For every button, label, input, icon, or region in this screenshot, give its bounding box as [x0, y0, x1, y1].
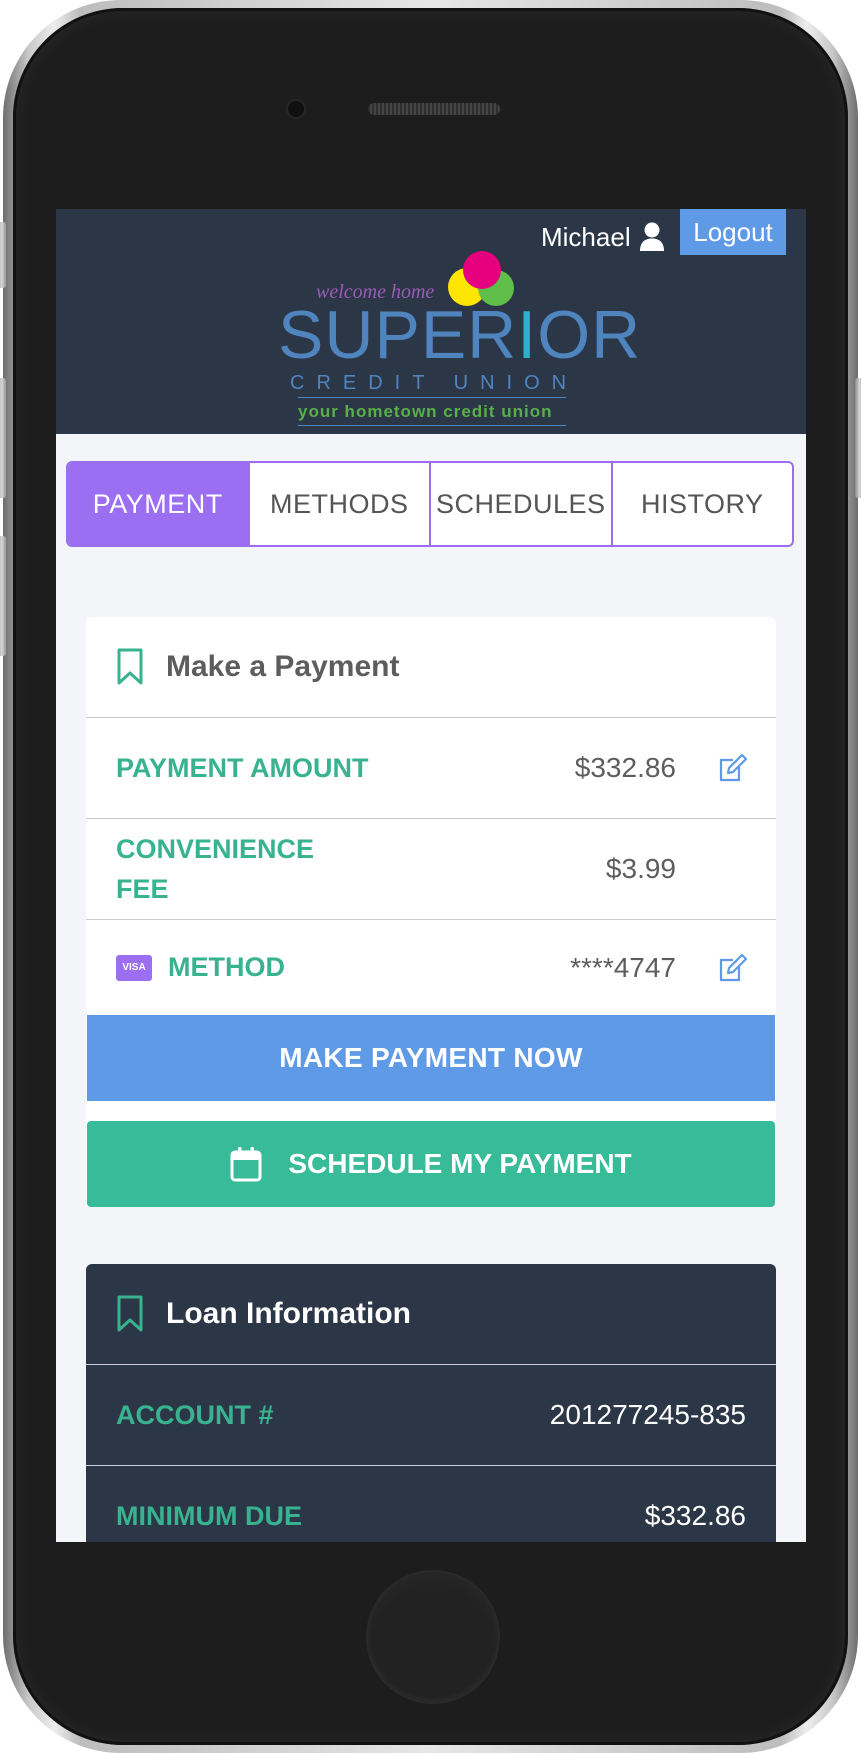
app-header: Michael Logout welcome home SUPERIOR CRE… — [56, 209, 806, 434]
minimum-due-row: MINIMUM DUE $332.86 — [86, 1466, 776, 1542]
loan-information-card: Loan Information ACCOUNT # 201277245-835… — [86, 1264, 776, 1542]
account-number-value: 201277245-835 — [549, 1399, 746, 1430]
logo-rule-top — [298, 397, 566, 398]
calendar-icon — [230, 1147, 262, 1182]
make-payment-card: Make a Payment PAYMENT AMOUNT $332.86 CO… — [86, 617, 776, 1207]
logo-subtitle: CREDIT UNION — [290, 372, 579, 394]
make-payment-title: Make a Payment — [166, 650, 400, 683]
visa-card-icon: VISA — [116, 954, 152, 981]
mute-switch — [0, 222, 6, 288]
user-icon — [639, 222, 664, 251]
home-button[interactable] — [368, 1572, 498, 1702]
superior-credit-union-logo: welcome home SUPERIOR CREDIT UNION your … — [266, 251, 640, 426]
user-name: Michael — [541, 221, 631, 252]
edit-amount-icon[interactable] — [718, 753, 748, 783]
minimum-due-label: MINIMUM DUE — [116, 1500, 302, 1531]
earpiece-speaker — [368, 103, 500, 115]
logo-wordmark-end: OR — [537, 297, 642, 373]
volume-up-button — [0, 378, 6, 498]
logout-button[interactable]: Logout — [680, 209, 786, 255]
schedule-payment-button[interactable]: SCHEDULE MY PAYMENT — [87, 1121, 775, 1207]
payment-amount-value: $332.86 — [574, 752, 676, 783]
payment-method-label: METHOD — [168, 952, 285, 982]
tab-schedules[interactable]: SCHEDULES — [429, 463, 611, 545]
logo-wordmark: SUPERIOR — [278, 301, 641, 369]
logo-tagline: your hometown credit union — [298, 402, 553, 421]
loan-information-title: Loan Information — [166, 1297, 411, 1330]
payment-tabs: PAYMENT METHODS SCHEDULES HISTORY — [66, 461, 794, 547]
power-button — [855, 378, 861, 498]
make-payment-now-button[interactable]: MAKE PAYMENT NOW — [87, 1015, 775, 1101]
convenience-fee-label-line1: CONVENIENCE — [116, 834, 315, 864]
logo-wordmark-start: SUPER — [278, 297, 518, 373]
edit-method-icon[interactable] — [718, 953, 748, 983]
front-camera — [288, 101, 304, 117]
tab-history[interactable]: HISTORY — [610, 463, 793, 545]
logo-rule-bottom — [298, 425, 566, 426]
logo-magenta-circle — [463, 251, 501, 289]
tab-methods[interactable]: METHODS — [247, 463, 430, 545]
convenience-fee-row: CONVENIENCE FEE $3.99 — [86, 819, 776, 920]
tab-payment[interactable]: PAYMENT — [68, 463, 248, 545]
make-payment-header: Make a Payment — [86, 617, 776, 718]
logo-wordmark-i: I — [517, 297, 538, 373]
payment-amount-row: PAYMENT AMOUNT $332.86 — [86, 718, 776, 819]
account-number-row: ACCOUNT # 201277245-835 — [86, 1365, 776, 1466]
payment-method-value: ****4747 — [570, 951, 676, 983]
convenience-fee-label-line2: FEE — [116, 874, 169, 904]
bookmark-icon — [117, 648, 143, 685]
account-number-label: ACCOUNT # — [116, 1399, 274, 1430]
volume-down-button — [0, 536, 6, 656]
minimum-due-value: $332.86 — [644, 1500, 746, 1531]
loan-information-header: Loan Information — [86, 1264, 776, 1365]
payment-amount-label: PAYMENT AMOUNT — [116, 752, 369, 783]
app-screen: Michael Logout welcome home SUPERIOR CRE… — [56, 209, 806, 1542]
convenience-fee-label: CONVENIENCE FEE — [116, 829, 314, 909]
payment-method-row: VISA METHOD ****4747 — [86, 920, 776, 1015]
convenience-fee-value: $3.99 — [605, 853, 676, 884]
schedule-payment-label: SCHEDULE MY PAYMENT — [288, 1148, 632, 1179]
bookmark-icon — [117, 1295, 143, 1332]
